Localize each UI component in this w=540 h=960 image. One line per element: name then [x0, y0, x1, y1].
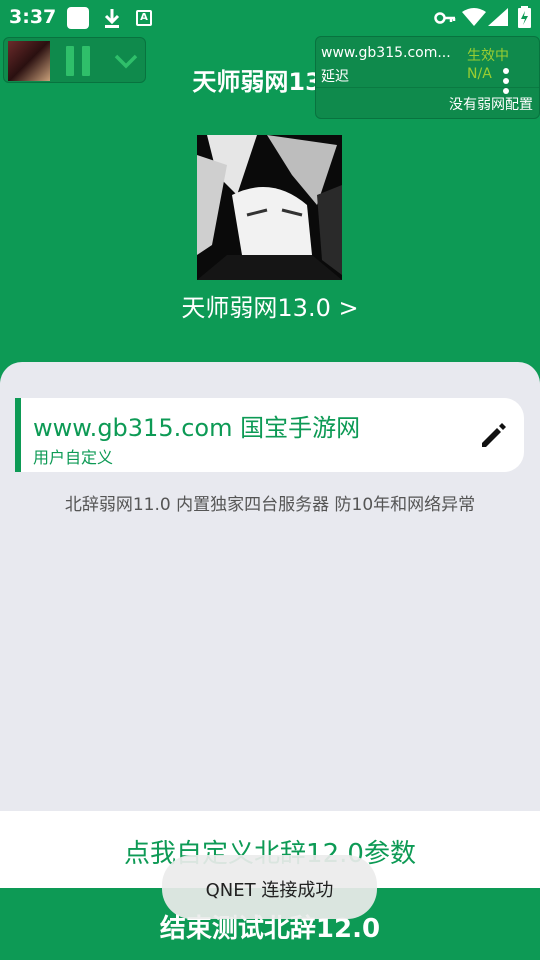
config-card[interactable]: www.gb315.com 国宝手游网 用户自定义 [15, 398, 524, 472]
status-bar: 3:37 A [0, 0, 540, 36]
battery-charging-icon [518, 6, 531, 28]
overlay-divider [316, 87, 539, 88]
avatar[interactable] [197, 135, 342, 280]
overlay-delay-label: 延迟 [321, 69, 349, 85]
more-vert-icon[interactable] [502, 68, 510, 94]
main-panel: www.gb315.com 国宝手游网 用户自定义 北辞弱网11.0 内置独家四… [0, 362, 540, 822]
overlay-status: 生效中 [467, 48, 509, 64]
card-title: www.gb315.com 国宝手游网 [33, 414, 361, 442]
overlay-no-config: 没有弱网配置 [449, 97, 533, 113]
description-text: 北辞弱网11.0 内置独家四台服务器 防10年和网络异常 [64, 495, 476, 515]
wifi-icon [462, 8, 486, 26]
a-badge-icon: A [136, 10, 152, 26]
notification-square-icon [67, 7, 89, 29]
toast-message: QNET 连接成功 [205, 880, 334, 901]
signal-icon [488, 8, 508, 26]
profile-link[interactable]: 天师弱网13.0 > [0, 288, 540, 323]
overlay-value: N/A [467, 66, 492, 82]
network-overlay[interactable]: www.gb315.com... 延迟 生效中 N/A 没有弱网配置 [315, 36, 540, 119]
card-accent-bar [15, 398, 21, 472]
edit-pencil-icon[interactable] [478, 419, 510, 451]
toast: QNET 连接成功 [162, 855, 377, 919]
download-icon [104, 9, 120, 28]
card-subtitle: 用户自定义 [33, 448, 114, 467]
vpn-key-icon [434, 12, 456, 24]
overlay-url: www.gb315.com... [321, 45, 451, 61]
status-time: 3:37 [9, 6, 57, 28]
